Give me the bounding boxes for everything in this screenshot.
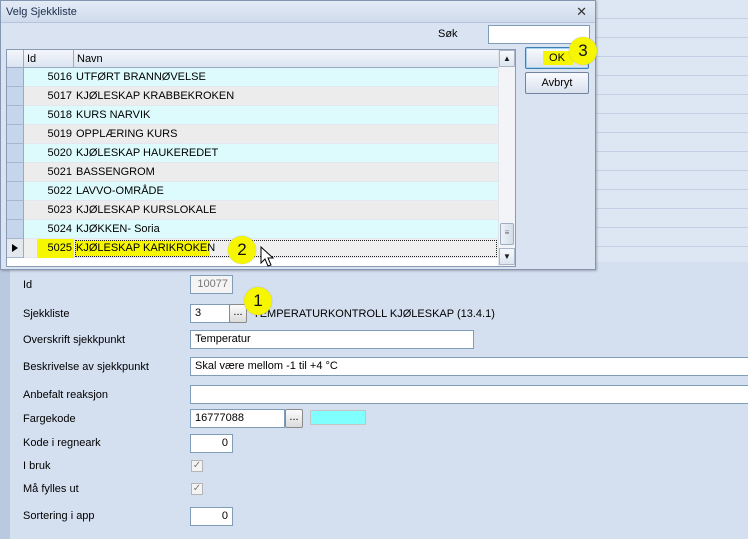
table-row[interactable]: 5022 LAVVO-OMRÅDE (7, 182, 498, 201)
table-row[interactable]: 5019 OPPLÆRING KURS (7, 125, 498, 144)
cell-name: KJØLESKAP HAUKEREDET (76, 147, 219, 159)
cell-name: OPPLÆRING KURS (76, 128, 178, 140)
overskrift-label: Overskrift sjekkpunkt (23, 334, 126, 346)
column-header-id[interactable]: Id (24, 50, 74, 68)
cell-name: KURS NARVIK (76, 109, 151, 121)
mouse-cursor-icon (260, 246, 275, 267)
row-selector[interactable] (7, 144, 24, 163)
ibruk-checkbox[interactable]: ✓ (191, 460, 203, 472)
grid-line (596, 113, 748, 114)
overskrift-field[interactable]: Temperatur (190, 330, 474, 349)
vertical-scrollbar[interactable]: ▲ ≡ ▼ (498, 50, 515, 266)
ok-label: OK (549, 52, 565, 64)
row-selector[interactable] (7, 182, 24, 201)
scroll-down-icon[interactable]: ▼ (499, 248, 515, 265)
table-row[interactable]: 5024 KJØKKEN- Soria (7, 220, 498, 239)
kode-field[interactable]: 0 (190, 434, 233, 453)
cell-id: 5018 (47, 109, 72, 121)
row-selector[interactable] (7, 68, 24, 87)
grid-line (596, 56, 748, 57)
header-selector (7, 50, 24, 68)
grid-line (596, 208, 748, 209)
cell-name: UTFØRT BRANNØVELSE (76, 71, 206, 83)
color-swatch (310, 410, 366, 425)
id-label: Id (23, 279, 33, 291)
row-selector[interactable] (7, 201, 24, 220)
sjekkliste-field[interactable]: 3 (190, 304, 230, 323)
row-selector[interactable] (7, 220, 24, 239)
search-label: Søk (438, 28, 458, 40)
velg-sjekkliste-dialog: Velg Sjekkliste ✕ Søk Id Navn 5016 UTFØR… (0, 0, 596, 270)
grid-line (596, 227, 748, 228)
background-grid (596, 0, 748, 262)
cancel-button[interactable]: Avbryt (525, 72, 589, 94)
grid-line (596, 132, 748, 133)
sortering-label: Sortering i app (23, 510, 95, 522)
sjekkliste-name: TEMPERATURKONTROLL KJØLESKAP (13.4.1) (253, 308, 495, 320)
grid-line (596, 151, 748, 152)
mafylles-checkbox[interactable]: ✓ (191, 483, 203, 495)
dialog-title: Velg Sjekkliste (6, 6, 77, 18)
cell-id: 5020 (47, 147, 72, 159)
cell-id: 5022 (47, 185, 72, 197)
row-selector[interactable] (7, 239, 24, 258)
table-row[interactable]: 5018 KURS NARVIK (7, 106, 498, 125)
row-selector[interactable] (7, 163, 24, 182)
row-selector[interactable] (7, 106, 24, 125)
cell-id: 5016 (47, 71, 72, 83)
scroll-thumb[interactable]: ≡ (500, 223, 514, 245)
row-selector[interactable] (7, 125, 24, 144)
cell-name: KJØLESKAP KARIKROKEN (76, 242, 216, 254)
grid-line (596, 94, 748, 95)
anbefalt-label: Anbefalt reaksjon (23, 389, 108, 401)
anbefalt-field[interactable] (190, 385, 748, 404)
sortering-field[interactable]: 0 (190, 507, 233, 526)
callout-2: 2 (228, 236, 256, 264)
grid-header: Id Navn (7, 50, 515, 68)
row-selector[interactable] (7, 87, 24, 106)
kode-label: Kode i regneark (23, 437, 101, 449)
table-row[interactable]: 5023 KJØLESKAP KURSLOKALE (7, 201, 498, 220)
scroll-up-icon[interactable]: ▲ (499, 50, 515, 67)
callout-1: 1 (244, 287, 272, 315)
cell-name: BASSENGROM (76, 166, 155, 178)
callout-3: 3 (569, 37, 597, 65)
cell-name: KJØKKEN- Soria (76, 223, 160, 235)
close-icon[interactable]: ✕ (576, 4, 587, 20)
fargekode-field[interactable]: 16777088 (190, 409, 285, 428)
cell-id: 5024 (47, 223, 72, 235)
cell-name: KJØLESKAP KRABBEKROKEN (76, 90, 235, 102)
grid-line (596, 37, 748, 38)
grid-line (596, 170, 748, 171)
grid-line (596, 189, 748, 190)
table-row[interactable]: 5017 KJØLESKAP KRABBEKROKEN (7, 87, 498, 106)
cell-id: 5019 (47, 128, 72, 140)
cell-id: 5025 (47, 242, 72, 254)
table-row[interactable]: 5021 BASSENGROM (7, 163, 498, 182)
cell-id: 5021 (47, 166, 72, 178)
form-left-strip (0, 270, 10, 539)
table-row[interactable]: 5016 UTFØRT BRANNØVELSE (7, 68, 498, 87)
cell-id: 5017 (47, 90, 72, 102)
fargekode-picker-button[interactable]: ... (285, 409, 303, 428)
ibruk-label: I bruk (23, 460, 51, 472)
beskrivelse-field[interactable]: Skal være mellom -1 til +4 °C (190, 357, 748, 376)
grid-line (596, 18, 748, 19)
current-row-arrow-icon (12, 244, 18, 252)
table-row[interactable]: 5020 KJØLESKAP HAUKEREDET (7, 144, 498, 163)
cell-id: 5023 (47, 204, 72, 216)
checklist-grid: Id Navn 5016 UTFØRT BRANNØVELSE 5017 KJØ… (6, 49, 516, 267)
dialog-titlebar[interactable]: Velg Sjekkliste ✕ (1, 1, 595, 23)
fargekode-label: Fargekode (23, 413, 76, 425)
mafylles-label: Må fylles ut (23, 483, 79, 495)
cell-name: LAVVO-OMRÅDE (76, 185, 164, 197)
cell-name: KJØLESKAP KURSLOKALE (76, 204, 217, 216)
column-header-name[interactable]: Navn (74, 50, 515, 68)
sjekkliste-label: Sjekkliste (23, 308, 70, 320)
cancel-label: Avbryt (541, 77, 573, 89)
id-field: 10077 (190, 275, 233, 294)
beskrivelse-label: Beskrivelse av sjekkpunkt (23, 361, 149, 373)
grid-line (596, 75, 748, 76)
grid-line (596, 246, 748, 247)
